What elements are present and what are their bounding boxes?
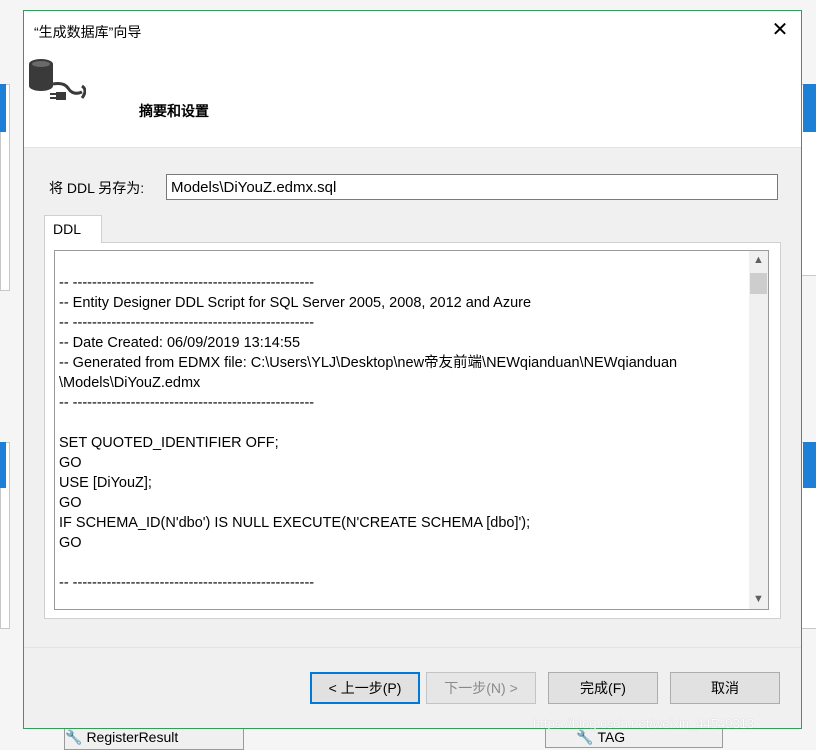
entity-register-result[interactable]: 🔧 RegisterResult [64, 728, 244, 750]
save-as-input[interactable] [166, 174, 778, 200]
cancel-button[interactable]: 取消 [670, 672, 780, 704]
vertical-scrollbar[interactable]: ▲ ▼ [749, 251, 768, 609]
wrench-icon: 🔧 [576, 730, 594, 746]
ddl-line: SET QUOTED_IDENTIFIER OFF; [59, 435, 279, 451]
ddl-line: -- -------------------------------------… [59, 315, 315, 331]
designer-entity-header-left-top [0, 84, 6, 132]
ddl-textbox[interactable]: -- -------------------------------------… [54, 250, 769, 610]
ddl-line: \Models\DiYouZ.edmx [59, 375, 201, 391]
ddl-line: USE [DiYouZ]; [59, 475, 152, 491]
footer-divider [24, 647, 801, 648]
scroll-thumb[interactable] [750, 273, 767, 294]
entity-tag[interactable]: 🔧 TAG [545, 728, 723, 748]
tab-ddl[interactable]: DDL [44, 215, 102, 243]
ddl-line: -- -------------------------------------… [59, 275, 315, 291]
window-title: “生成数据库”向导 [34, 24, 142, 40]
scroll-up-icon[interactable]: ▲ [749, 252, 768, 269]
ddl-script-text: -- -------------------------------------… [59, 273, 749, 593]
save-as-label: 将 DDL 另存为: [49, 180, 145, 196]
header-title: 摘要和设置 [139, 103, 209, 119]
wrench-icon: 🔧 [65, 730, 83, 746]
ddl-line: GO [59, 495, 82, 511]
title-bar: “生成数据库”向导 ✕ [24, 11, 801, 51]
finish-button[interactable]: 完成(F) [548, 672, 658, 704]
ddl-line: -- Entity Designer DDL Script for SQL Se… [59, 295, 532, 311]
ddl-line: IF SCHEMA_ID(N'dbo') IS NULL EXECUTE(N'C… [59, 515, 531, 531]
scroll-down-icon[interactable]: ▼ [749, 591, 768, 608]
watermark: https://blog.csdn.net/weixin_44549313 [533, 716, 755, 731]
close-icon[interactable]: ✕ [769, 19, 791, 41]
ddl-line: GO [59, 535, 82, 551]
database-connect-icon [29, 59, 86, 100]
generate-database-wizard: “生成数据库”向导 ✕ 摘要和设置 将 DDL 另存为: DDL -- ----… [23, 10, 802, 729]
ddl-line: -- -------------------------------------… [59, 575, 315, 591]
ddl-line [59, 553, 749, 573]
ddl-line: GO [59, 455, 82, 471]
designer-entity-header-right-bottom [803, 442, 816, 488]
designer-entity-header-left-bottom [0, 442, 6, 488]
wizard-header: 摘要和设置 [24, 51, 801, 148]
ddl-line: -- Generated from EDMX file: C:\Users\YL… [59, 355, 678, 371]
entity-tag-label: TAG [597, 729, 626, 745]
entity-register-result-label: RegisterResult [86, 729, 179, 745]
previous-button[interactable]: < 上一步(P) [310, 672, 420, 704]
ddl-line [59, 413, 749, 433]
next-button[interactable]: 下一步(N) > [426, 672, 536, 704]
ddl-line: -- Date Created: 06/09/2019 13:14:55 [59, 335, 301, 351]
tab-panel-ddl: -- -------------------------------------… [44, 242, 781, 619]
designer-entity-header-right-top [803, 84, 816, 132]
ddl-line: -- -------------------------------------… [59, 395, 315, 411]
